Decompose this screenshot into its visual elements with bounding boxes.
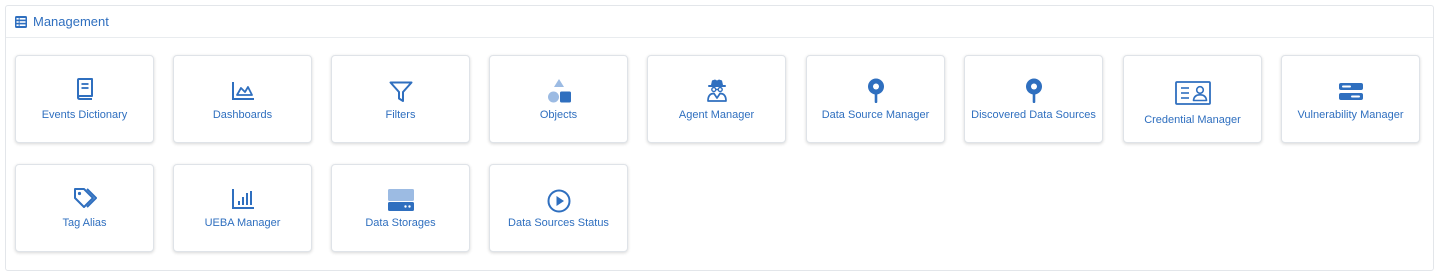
management-panel: Management Events Dictionary Dashboards [5, 5, 1434, 271]
play-circle-icon [547, 189, 571, 213]
tile-vulnerability-manager[interactable]: Vulnerability Manager [1281, 55, 1420, 143]
area-chart-icon [231, 81, 255, 101]
panel-header: Management [6, 6, 1433, 38]
hard-drive-icon [387, 189, 414, 211]
tile-data-sources-status[interactable]: Data Sources Status [489, 164, 628, 252]
tile-dashboards[interactable]: Dashboards [173, 55, 312, 143]
tile-label: Agent Manager [678, 109, 755, 121]
tile-events-dictionary[interactable]: Events Dictionary [15, 55, 154, 143]
tile-label: UEBA Manager [204, 217, 281, 229]
tile-label: Data Source Manager [821, 109, 930, 121]
map-pin-icon [1025, 78, 1043, 104]
toggle-icon [1338, 82, 1363, 102]
tile-label: Objects [539, 109, 578, 121]
tile-data-storages[interactable]: Data Storages [331, 164, 470, 252]
id-card-icon [1174, 81, 1211, 105]
filter-icon [389, 81, 413, 103]
tile-label: Data Storages [365, 217, 436, 229]
tile-ueba-manager[interactable]: UEBA Manager [173, 164, 312, 252]
tile-label: Dashboards [212, 109, 273, 121]
table-list-icon [15, 15, 27, 28]
tile-label: Credential Manager [1144, 114, 1241, 126]
shapes-icon [546, 78, 572, 104]
tags-icon [73, 187, 97, 211]
map-pin-icon [867, 78, 885, 104]
user-secret-icon [706, 78, 728, 102]
tile-agent-manager[interactable]: Agent Manager [647, 55, 786, 143]
bar-chart-icon [231, 188, 255, 210]
tile-credential-manager[interactable]: Credential Manager [1123, 55, 1262, 143]
tile-filters[interactable]: Filters [331, 55, 470, 143]
tile-label: Events Dictionary [41, 109, 128, 121]
tile-label: Data Sources Status [508, 217, 609, 229]
tile-label: Discovered Data Sources [971, 109, 1096, 121]
panel-title: Management [33, 14, 109, 29]
tile-discovered-data-sources[interactable]: Discovered Data Sources [964, 55, 1103, 143]
tile-data-source-manager[interactable]: Data Source Manager [806, 55, 945, 143]
tile-label: Tag Alias [62, 217, 107, 229]
tile-label: Filters [385, 109, 416, 121]
tile-tag-alias[interactable]: Tag Alias [15, 164, 154, 252]
tile-label: Vulnerability Manager [1297, 109, 1404, 121]
book-icon [76, 78, 94, 100]
tile-objects[interactable]: Objects [489, 55, 628, 143]
